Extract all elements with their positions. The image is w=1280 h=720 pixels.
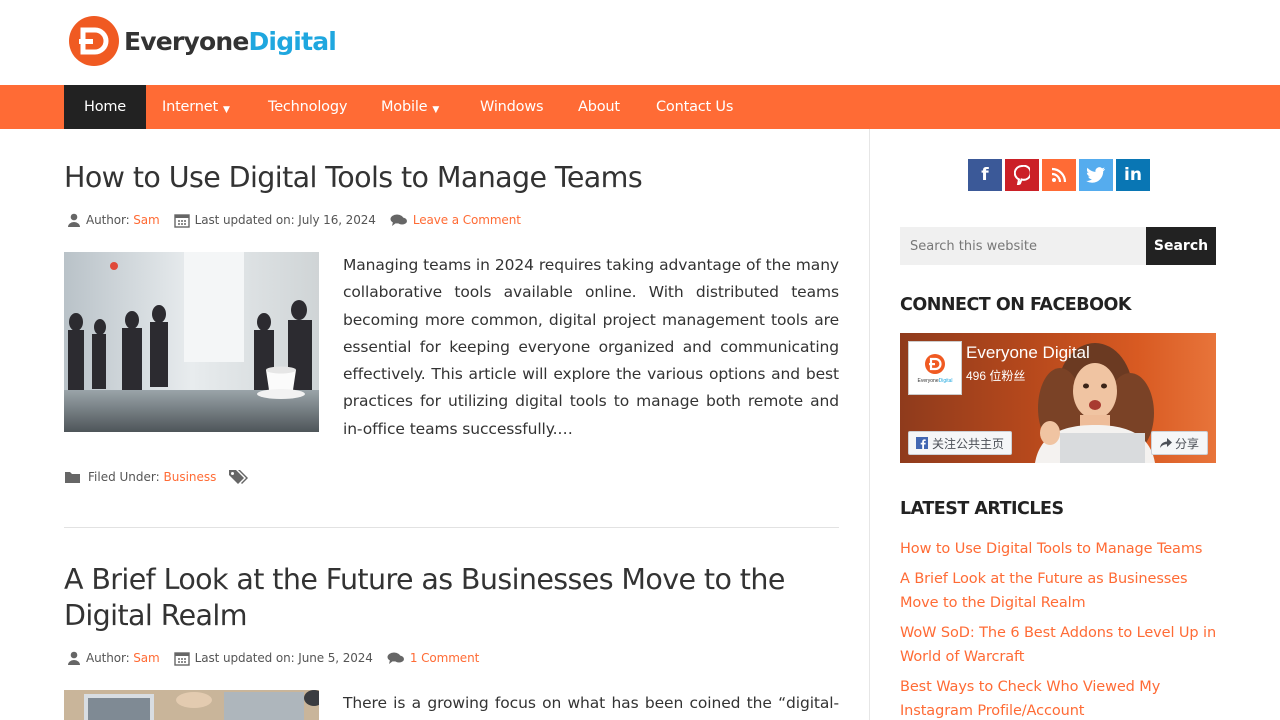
pinterest-icon[interactable] (1005, 159, 1039, 191)
site-logo[interactable]: EveryoneDigital (69, 16, 337, 66)
nav-label: Mobile (381, 99, 428, 115)
share-icon (1159, 437, 1172, 448)
comments-link[interactable]: 1 Comment (410, 651, 479, 665)
date-value: June 5, 2024 (298, 651, 373, 665)
post-separator (64, 527, 839, 528)
logo-text-digital: Digital (248, 26, 337, 56)
post-title[interactable]: How to Use Digital Tools to Manage Teams (64, 160, 844, 196)
fb-follow-button[interactable]: 关注公共主页 (908, 431, 1013, 455)
post-author: Author: Sam (67, 651, 160, 665)
dropdown-caret-icon: ▼ (432, 105, 440, 115)
rss-icon[interactable] (1042, 159, 1076, 191)
dropdown-caret-icon: ▼ (222, 105, 230, 115)
nav-label: Contact Us (656, 99, 734, 115)
post-thumbnail[interactable] (64, 690, 319, 720)
comments-link[interactable]: Leave a Comment (413, 213, 521, 227)
nav-item-mobile[interactable]: Mobile ▼ (381, 85, 439, 129)
nav-item-internet[interactable]: Internet ▼ (162, 85, 230, 129)
fb-avatar-text-1: Everyone (917, 377, 939, 384)
post-meta: Author: Sam Last updated on: June 5, 202… (67, 649, 493, 667)
latest-article-link[interactable]: Best Ways to Check Who Viewed My Instagr… (900, 675, 1220, 720)
nav-label: Windows (480, 99, 544, 115)
nav-item-windows[interactable]: Windows (480, 85, 544, 129)
latest-article-link[interactable]: WoW SoD: The 6 Best Addons to Level Up i… (900, 621, 1220, 669)
date-value: July 16, 2024 (298, 213, 376, 227)
post-categories: Filed Under: Business (64, 469, 254, 485)
tags-icon (229, 470, 249, 484)
category-link[interactable]: Business (164, 470, 217, 484)
author-label: Author: (86, 651, 130, 665)
search-input[interactable] (900, 227, 1146, 265)
author-link[interactable]: Sam (133, 213, 159, 227)
linkedin-icon[interactable]: in (1116, 159, 1150, 191)
facebook-small-icon (916, 437, 928, 449)
post-date: Last updated on: July 16, 2024 (173, 212, 376, 228)
updated-label: Last updated on: (194, 213, 295, 227)
nav-label: About (578, 99, 620, 115)
author-label: Author: (86, 213, 130, 227)
post-excerpt: Managing teams in 2024 requires taking a… (343, 256, 839, 438)
post-excerpt: There is a growing focus on what has bee… (343, 694, 839, 712)
nav-item-contact[interactable]: Contact Us (656, 85, 733, 129)
fb-page-name[interactable]: Everyone Digital (966, 343, 1090, 363)
search-button[interactable]: Search (1146, 227, 1216, 265)
fb-share-button[interactable]: 分享 (1150, 431, 1208, 455)
facebook-page-widget[interactable]: EveryoneDigital Everyone Digital 496 位粉丝… (900, 333, 1216, 463)
fb-follower-count: 496 位粉丝 (966, 369, 1026, 383)
updated-label: Last updated on: (194, 651, 295, 665)
calendar-icon (173, 652, 190, 666)
latest-articles-title: LATEST ARTICLES (900, 499, 1064, 519)
folder-icon (65, 472, 80, 483)
author-link[interactable]: Sam (133, 651, 159, 665)
fb-follow-label: 关注公共主页 (932, 436, 1005, 451)
fb-avatar-text-2: Digital (938, 377, 953, 384)
logo-text-everyone: Everyone (124, 26, 249, 56)
logo-icon (69, 16, 119, 66)
post-date: Last updated on: June 5, 2024 (173, 650, 373, 666)
nav-label: Home (84, 99, 127, 115)
search-form: Search (900, 227, 1216, 265)
post-author: Author: Sam (67, 213, 160, 227)
facebook-widget-title: CONNECT ON FACEBOOK (900, 295, 1131, 315)
latest-article-link[interactable]: A Brief Look at the Future as Businesses… (900, 567, 1220, 615)
facebook-icon[interactable]: f (968, 159, 1002, 191)
twitter-icon[interactable] (1079, 159, 1113, 191)
nav-label: Internet (162, 99, 218, 115)
latest-article-link[interactable]: How to Use Digital Tools to Manage Teams (900, 537, 1220, 561)
social-icons: f in (968, 159, 1153, 191)
latest-articles-list: How to Use Digital Tools to Manage Teams… (900, 537, 1220, 720)
filed-label: Filed Under: (88, 470, 160, 484)
facebook-glyph: f (981, 165, 989, 185)
post-thumbnail[interactable] (64, 252, 319, 432)
linkedin-glyph: in (1124, 165, 1142, 185)
nav-label: Technology (268, 99, 348, 115)
fb-avatar-logo-text: EveryoneDigital (917, 378, 952, 384)
sidebar-divider (869, 129, 870, 720)
user-icon (68, 213, 80, 227)
logo-icon (925, 353, 945, 374)
nav-item-about[interactable]: About (578, 85, 620, 129)
comments-icon (387, 652, 404, 664)
post-title[interactable]: A Brief Look at the Future as Businesses… (64, 562, 844, 634)
fb-share-label: 分享 (1174, 436, 1199, 451)
nav-item-technology[interactable]: Technology (268, 85, 347, 129)
site-header: EveryoneDigital (0, 0, 1280, 85)
post-comments: Leave a Comment (390, 213, 521, 227)
comments-icon (390, 214, 407, 226)
nav-item-home[interactable]: Home (64, 85, 147, 129)
fb-page-avatar[interactable]: EveryoneDigital (908, 341, 962, 395)
main-nav: Home Internet ▼ Technology Mobile ▼ Window… (0, 85, 1280, 129)
logo-text: EveryoneDigital (124, 26, 337, 56)
post-meta: Author: Sam Last updated on: July 16, 20… (67, 211, 535, 229)
post-comments: 1 Comment (387, 651, 479, 665)
user-icon (68, 651, 80, 665)
calendar-icon (173, 214, 190, 228)
